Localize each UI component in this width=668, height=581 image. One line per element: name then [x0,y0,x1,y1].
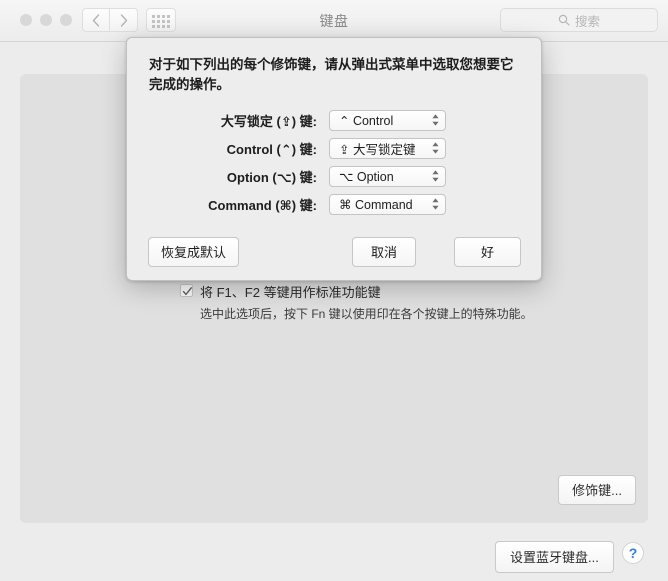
command-popup[interactable]: ⌘ Command [329,193,446,215]
fn-keys-label: 将 F1、F2 等键用作标准功能键 [200,285,381,300]
fn-keys-checkbox[interactable] [180,284,193,297]
table-row: Command (⌘) 键: ⌘ Command [127,190,543,218]
chevron-updown-icon [432,170,439,182]
preferences-window: 键盘 搜索 将 F1、F2 等键用作标准功能键 选中此选项后，按下 Fn 键以使… [0,0,668,581]
option-label: Option (⌥) 键: [226,169,317,185]
search-placeholder: 搜索 [574,14,600,29]
help-button[interactable]: ? [622,542,644,564]
dialog-buttons: 恢复成默认 取消 好 [127,237,543,267]
control-popup[interactable]: ⇪ 大写锁定键 [329,137,446,159]
restore-defaults-button[interactable]: 恢复成默认 [148,237,240,267]
chevron-updown-icon [432,198,439,210]
chevron-updown-icon [432,142,439,154]
modifier-keys-dialog: 对于如下列出的每个修饰键，请从弹出式菜单中选取您想要它完成的操作。 大写锁定 (… [126,37,542,281]
search-input[interactable]: 搜索 [500,8,658,32]
chevron-updown-icon [432,114,439,126]
window-titlebar: 键盘 搜索 [0,0,668,42]
checkmark-icon [182,287,192,296]
caps-lock-value: ⌃ Control [339,113,394,128]
dialog-description: 对于如下列出的每个修饰键，请从弹出式菜单中选取您想要它完成的操作。 [149,57,514,92]
modifier-keys-button[interactable]: 修饰键... [558,475,636,505]
search-icon [558,14,570,26]
control-label: Control (⌃) 键: [226,141,317,157]
command-label: Command (⌘) 键: [208,197,317,213]
option-value: ⌥ Option [339,169,394,184]
table-row: Option (⌥) 键: ⌥ Option [127,162,543,190]
command-value: ⌘ Command [339,197,413,212]
cancel-button[interactable]: 取消 [351,237,416,267]
table-row: 大写锁定 (⇪) 键: ⌃ Control [127,106,543,134]
modifier-rows: 大写锁定 (⇪) 键: ⌃ Control Control (⌃) 键: ⇪ 大… [127,106,543,218]
caps-lock-label: 大写锁定 (⇪) 键: [220,113,317,129]
fn-keys-option[interactable]: 将 F1、F2 等键用作标准功能键 选中此选项后，按下 Fn 键以使用印在各个按… [180,282,533,322]
option-popup[interactable]: ⌥ Option [329,165,446,187]
fn-keys-sublabel: 选中此选项后，按下 Fn 键以使用印在各个按键上的特殊功能。 [200,307,533,321]
ok-button[interactable]: 好 [453,237,521,267]
caps-lock-popup[interactable]: ⌃ Control [329,109,446,131]
table-row: Control (⌃) 键: ⇪ 大写锁定键 [127,134,543,162]
setup-bluetooth-keyboard-button[interactable]: 设置蓝牙键盘... [495,541,614,573]
control-value: ⇪ 大写锁定键 [339,142,416,157]
